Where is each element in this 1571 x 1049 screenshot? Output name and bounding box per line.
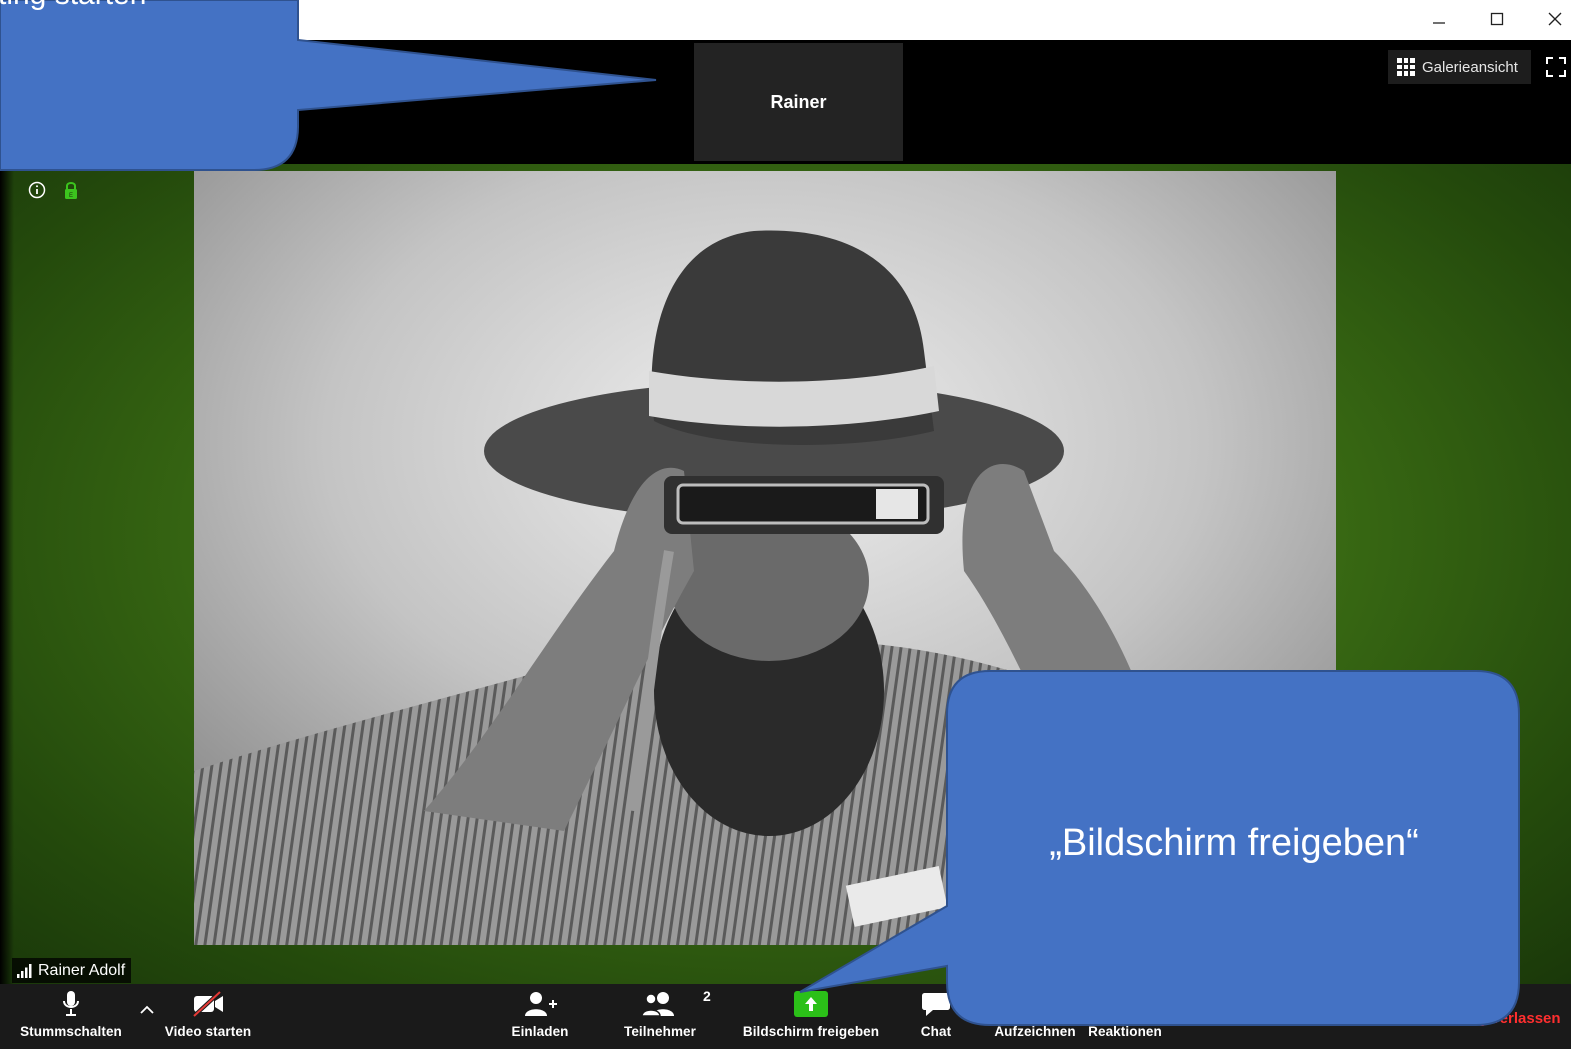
participants-icon xyxy=(641,992,674,1017)
start-video-button[interactable]: Video starten xyxy=(158,984,258,1049)
chat-label: Chat xyxy=(920,1024,952,1039)
maximize-icon xyxy=(1490,12,1504,26)
callout-top-left-text: ting starten xyxy=(0,0,298,12)
reactions-button[interactable]: Reaktionen xyxy=(1084,984,1166,1049)
microphone-icon xyxy=(63,991,79,1016)
info-icon[interactable] xyxy=(28,181,46,199)
record-label: Aufzeichnen xyxy=(994,1024,1076,1039)
signal-strength-icon xyxy=(17,963,32,978)
mute-label: Stummschalten xyxy=(20,1024,122,1039)
invite-label: Einladen xyxy=(511,1024,569,1039)
maximize-button[interactable] xyxy=(1482,6,1512,32)
gallery-view-label: Galerieansicht xyxy=(1422,58,1518,76)
reactions-label: Reaktionen xyxy=(1088,1024,1162,1039)
start-video-label: Video starten xyxy=(164,1024,252,1039)
participants-button[interactable]: 2 Teilnehmer xyxy=(618,984,711,1049)
participants-label: Teilnehmer xyxy=(623,1024,697,1039)
minimize-button[interactable] xyxy=(1424,6,1454,32)
invite-button[interactable]: Einladen xyxy=(505,984,575,1049)
chevron-up-icon[interactable] xyxy=(138,1002,156,1016)
close-icon xyxy=(1548,12,1562,26)
add-user-icon xyxy=(525,992,557,1016)
minimize-icon xyxy=(1433,22,1445,24)
mute-button[interactable]: Stummschalten xyxy=(12,984,130,1049)
stage-edge-shadow xyxy=(0,164,14,984)
close-button[interactable] xyxy=(1540,6,1570,32)
thumbnail-name: Rainer xyxy=(770,91,827,112)
record-button[interactable]: Aufzeichnen xyxy=(990,984,1080,1049)
participant-name-tag: Rainer Adolf xyxy=(12,958,132,983)
share-screen-label: Bildschirm freigeben xyxy=(742,1024,880,1039)
lock-icon[interactable]: E xyxy=(63,180,79,200)
gallery-view-button[interactable]: Galerieansicht xyxy=(1388,50,1531,84)
svg-text:E: E xyxy=(69,193,73,199)
fullscreen-icon[interactable] xyxy=(1545,56,1567,78)
chat-button[interactable]: Chat xyxy=(914,984,958,1049)
video-off-icon xyxy=(192,991,223,1017)
grid-icon xyxy=(1397,58,1415,76)
participant-thumbnail[interactable]: Rainer xyxy=(694,43,903,161)
callout-bottom-right-text: „Bildschirm freigeben“ xyxy=(1049,822,1419,864)
participant-name: Rainer Adolf xyxy=(38,961,126,979)
chat-icon xyxy=(922,993,950,1016)
share-screen-icon xyxy=(794,991,828,1017)
participants-count: 2 xyxy=(703,988,711,1004)
share-screen-button[interactable]: Bildschirm freigeben xyxy=(738,984,884,1049)
leave-meeting-button[interactable]: g verlassen xyxy=(1478,1010,1561,1027)
